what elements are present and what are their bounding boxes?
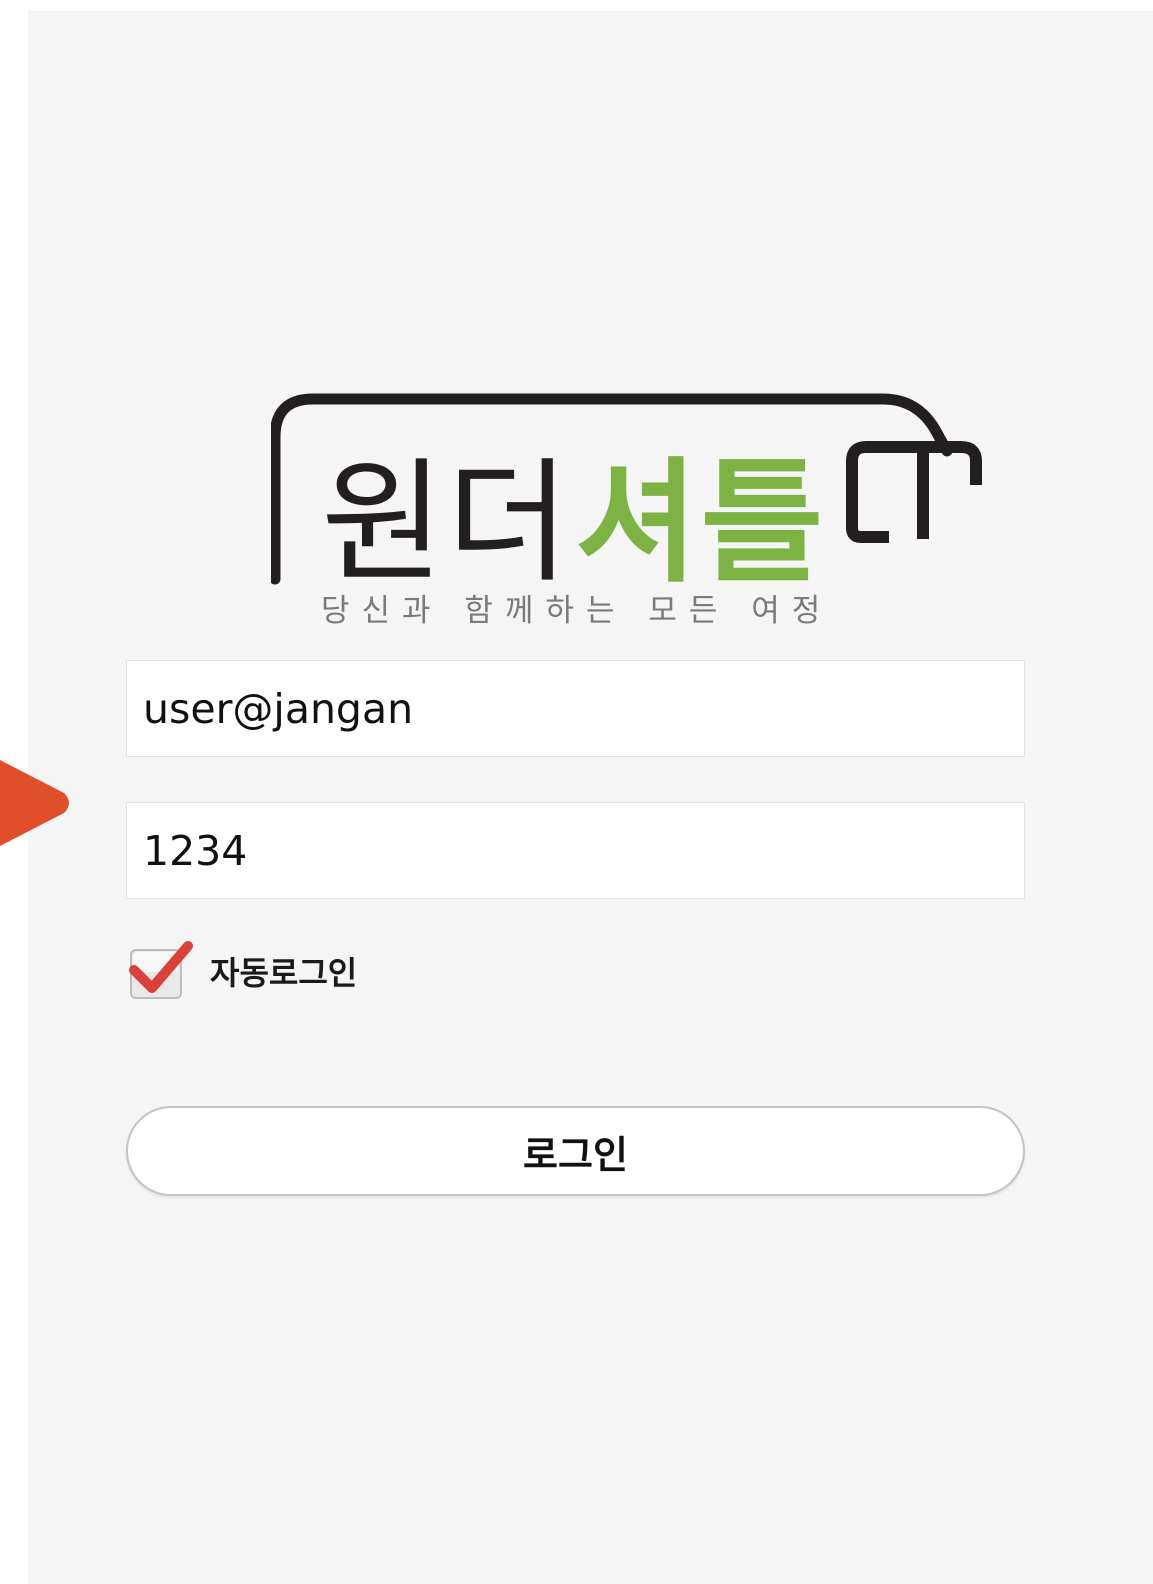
id-field[interactable]: user@jangan	[126, 660, 1025, 757]
id-field-value: user@jangan	[143, 684, 414, 733]
login-button[interactable]: 로그인	[126, 1106, 1025, 1196]
logo-tagline: 당신과 함께하는 모든 여정	[321, 593, 832, 629]
pointer-arrow-icon	[0, 760, 69, 846]
login-button-label: 로그인	[523, 1132, 628, 1177]
auto-login-label: 자동로그인	[210, 954, 358, 992]
password-field-value: 1234	[143, 826, 248, 875]
auto-login-option[interactable]: 자동로그인	[128, 938, 357, 1004]
password-field[interactable]: 1234	[126, 802, 1025, 899]
logo-wordmark-green: 셔틀	[575, 445, 826, 601]
auto-login-checkbox[interactable]	[128, 940, 196, 1002]
login-screen: 원더 셔틀 당신과 함께하는 모든 여정	[0, 11, 1153, 1584]
logo-wordmark-dark: 원더	[321, 445, 572, 601]
app-logo: 원더 셔틀 당신과 함께하는 모든 여정	[271, 393, 982, 629]
